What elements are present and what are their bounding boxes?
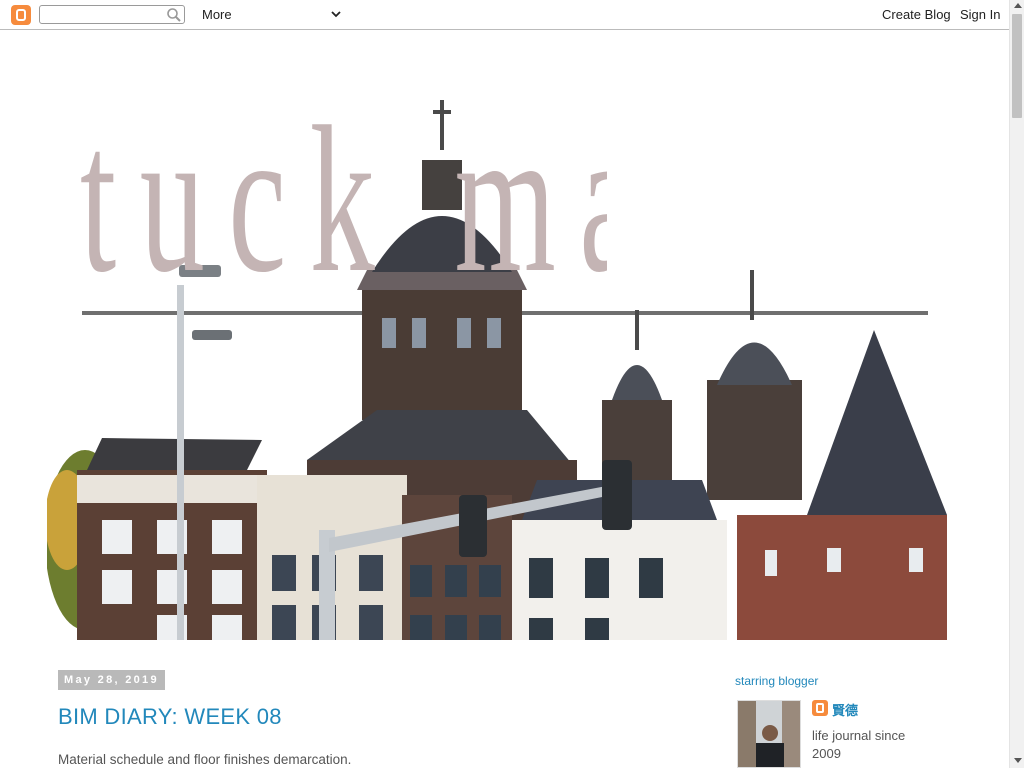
church-tower	[362, 290, 522, 420]
search-icon[interactable]	[166, 7, 182, 23]
profile-photo[interactable]	[737, 700, 801, 768]
profile-about: life journal since 2009	[812, 728, 906, 761]
traffic-light	[602, 460, 632, 530]
more-dropdown[interactable]: More	[202, 7, 232, 22]
scroll-down-arrow-icon[interactable]	[1014, 758, 1022, 763]
profile-widget-title: starring blogger	[735, 674, 819, 688]
profile-name-link[interactable]: 賢德	[832, 700, 858, 719]
sign-in-link[interactable]: Sign In	[960, 7, 1000, 22]
blogger-logo-icon	[812, 700, 828, 716]
post-date: May 28, 2019	[58, 670, 165, 690]
page-scrollbar[interactable]	[1009, 0, 1024, 768]
conical-tower	[807, 330, 947, 515]
search-input[interactable]	[39, 5, 185, 24]
post-excerpt: Material schedule and floor finishes dem…	[58, 752, 352, 767]
blog-title[interactable]: tuck made	[80, 100, 607, 300]
create-blog-link[interactable]: Create Blog	[882, 7, 951, 22]
scroll-thumb[interactable]	[1012, 14, 1022, 118]
chevron-down-icon[interactable]	[330, 8, 342, 20]
lamppost	[177, 285, 184, 640]
blogger-logo-icon[interactable]	[11, 5, 31, 25]
spire-right	[707, 380, 802, 500]
scroll-up-arrow-icon[interactable]	[1014, 3, 1022, 8]
post-title-link[interactable]: BIM DIARY: WEEK 08	[58, 704, 282, 730]
blogger-navbar: More Create Blog Sign In	[0, 0, 1009, 30]
